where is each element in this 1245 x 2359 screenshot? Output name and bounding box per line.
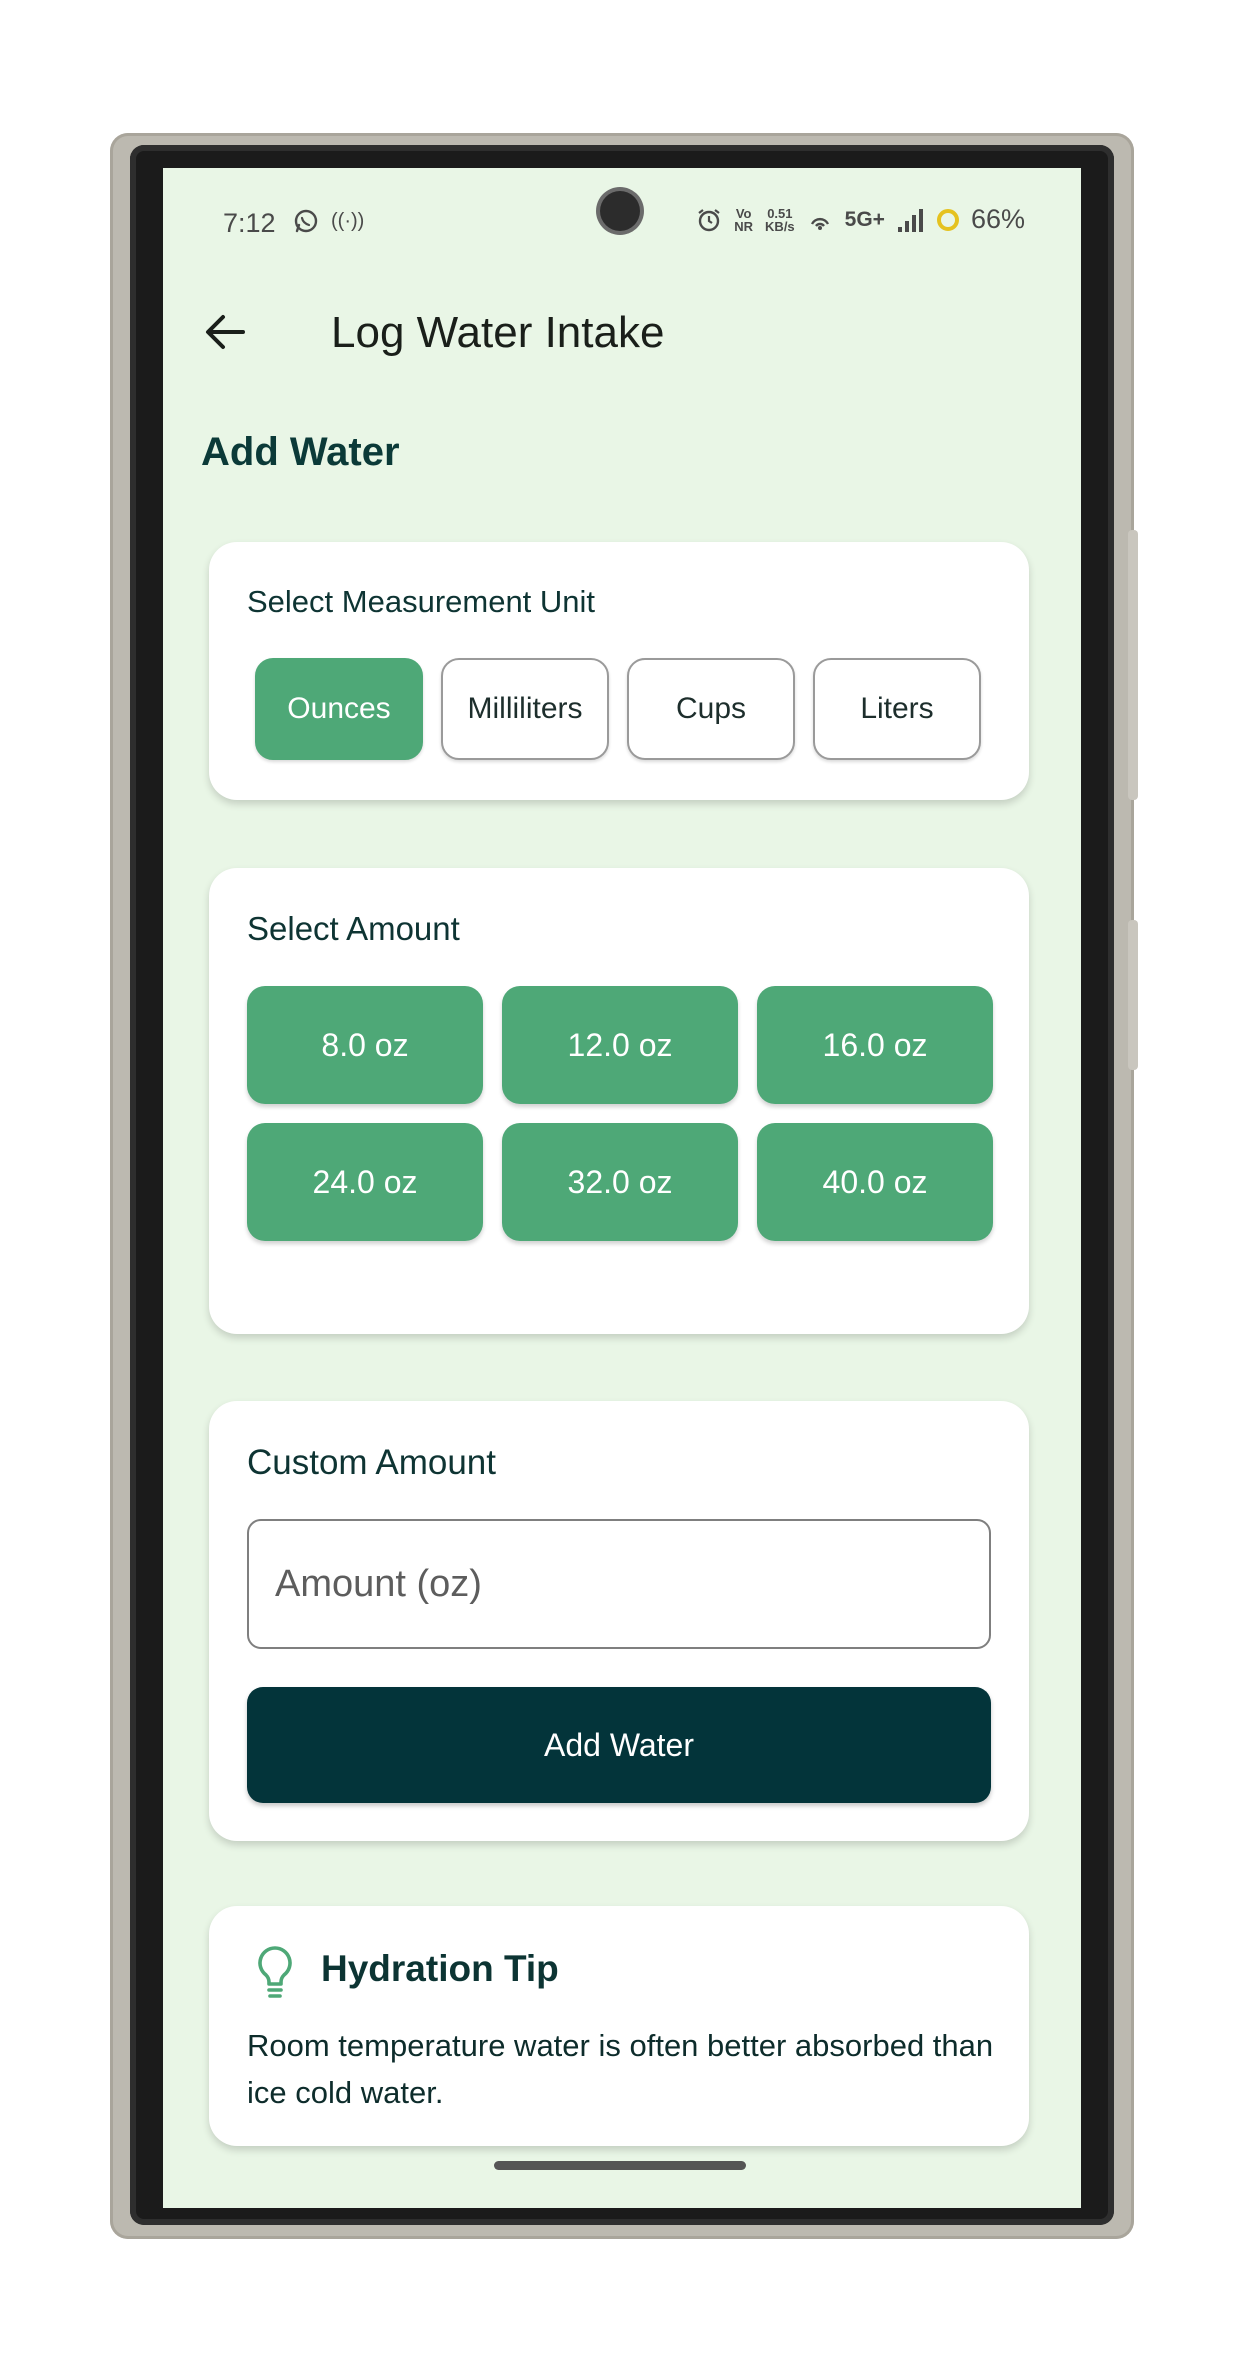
lightbulb-icon bbox=[258, 1946, 292, 1998]
volume-button bbox=[1128, 530, 1138, 800]
network-type: 5G+ bbox=[844, 207, 885, 231]
unit-liters-button[interactable]: Liters bbox=[813, 658, 981, 760]
wifi-calling-icon bbox=[810, 217, 829, 230]
arrow-left-icon bbox=[206, 315, 245, 349]
add-water-button[interactable]: Add Water bbox=[247, 1687, 991, 1803]
unit-label: Select Measurement Unit bbox=[247, 584, 596, 619]
front-camera bbox=[600, 191, 640, 231]
battery-percent: 66% bbox=[970, 204, 1025, 234]
phone-screen: 7:12 ((·)) Vo NR 0.51 KB/s 5G+ 66% Log W… bbox=[163, 168, 1081, 2208]
battery-icon bbox=[936, 208, 959, 231]
amount-input[interactable] bbox=[247, 1519, 991, 1649]
signal-icon bbox=[897, 208, 923, 232]
amount-label: Select Amount bbox=[247, 910, 460, 947]
volte-indicator: Vo NR bbox=[734, 205, 754, 234]
amount-24-button[interactable]: 24.0 oz bbox=[247, 1123, 483, 1241]
unit-ounces-button[interactable]: Ounces bbox=[255, 658, 423, 760]
whatsapp-icon bbox=[294, 209, 318, 233]
unit-milliliters-button[interactable]: Milliliters bbox=[441, 658, 609, 760]
amount-8-button[interactable]: 8.0 oz bbox=[247, 986, 483, 1104]
tip-title: Hydration Tip bbox=[321, 1948, 559, 1989]
status-icons: Vo NR 0.51 KB/s 5G+ 66% bbox=[696, 204, 1025, 235]
amount-options: 8.0 oz 12.0 oz 16.0 oz 24.0 oz 32.0 oz 4… bbox=[247, 986, 993, 1241]
home-indicator[interactable] bbox=[494, 2161, 746, 2170]
hydration-tip-card: Hydration Tip Room temperature water is … bbox=[209, 1906, 1029, 2146]
unit-cups-button[interactable]: Cups bbox=[627, 658, 795, 760]
status-bar: 7:12 ((·)) Vo NR 0.51 KB/s 5G+ 66% bbox=[163, 168, 1081, 278]
custom-amount-label: Custom Amount bbox=[247, 1443, 496, 1482]
back-button[interactable] bbox=[193, 300, 257, 364]
amount-12-button[interactable]: 12.0 oz bbox=[502, 986, 738, 1104]
alarm-icon bbox=[698, 208, 720, 231]
unit-options: Ounces Milliliters Cups Liters bbox=[255, 658, 981, 760]
amount-16-button[interactable]: 16.0 oz bbox=[757, 986, 993, 1104]
section-title: Add Water bbox=[201, 430, 400, 474]
hotspot-icon: ((·)) bbox=[331, 210, 365, 232]
status-time: 7:12 bbox=[223, 208, 276, 238]
amount-40-button[interactable]: 40.0 oz bbox=[757, 1123, 993, 1241]
custom-amount-card: Custom Amount Add Water bbox=[209, 1401, 1029, 1841]
tip-text: Room temperature water is often better a… bbox=[247, 2028, 994, 2110]
network-speed: 0.51 KB/s bbox=[765, 205, 795, 234]
unit-card: Select Measurement Unit Ounces Millilite… bbox=[209, 542, 1029, 800]
page-title: Log Water Intake bbox=[331, 308, 665, 357]
amount-card: Select Amount 8.0 oz 12.0 oz 16.0 oz 24.… bbox=[209, 868, 1029, 1334]
amount-32-button[interactable]: 32.0 oz bbox=[502, 1123, 738, 1241]
power-button bbox=[1128, 920, 1138, 1070]
top-app-bar: Log Water Intake bbox=[163, 278, 1081, 388]
